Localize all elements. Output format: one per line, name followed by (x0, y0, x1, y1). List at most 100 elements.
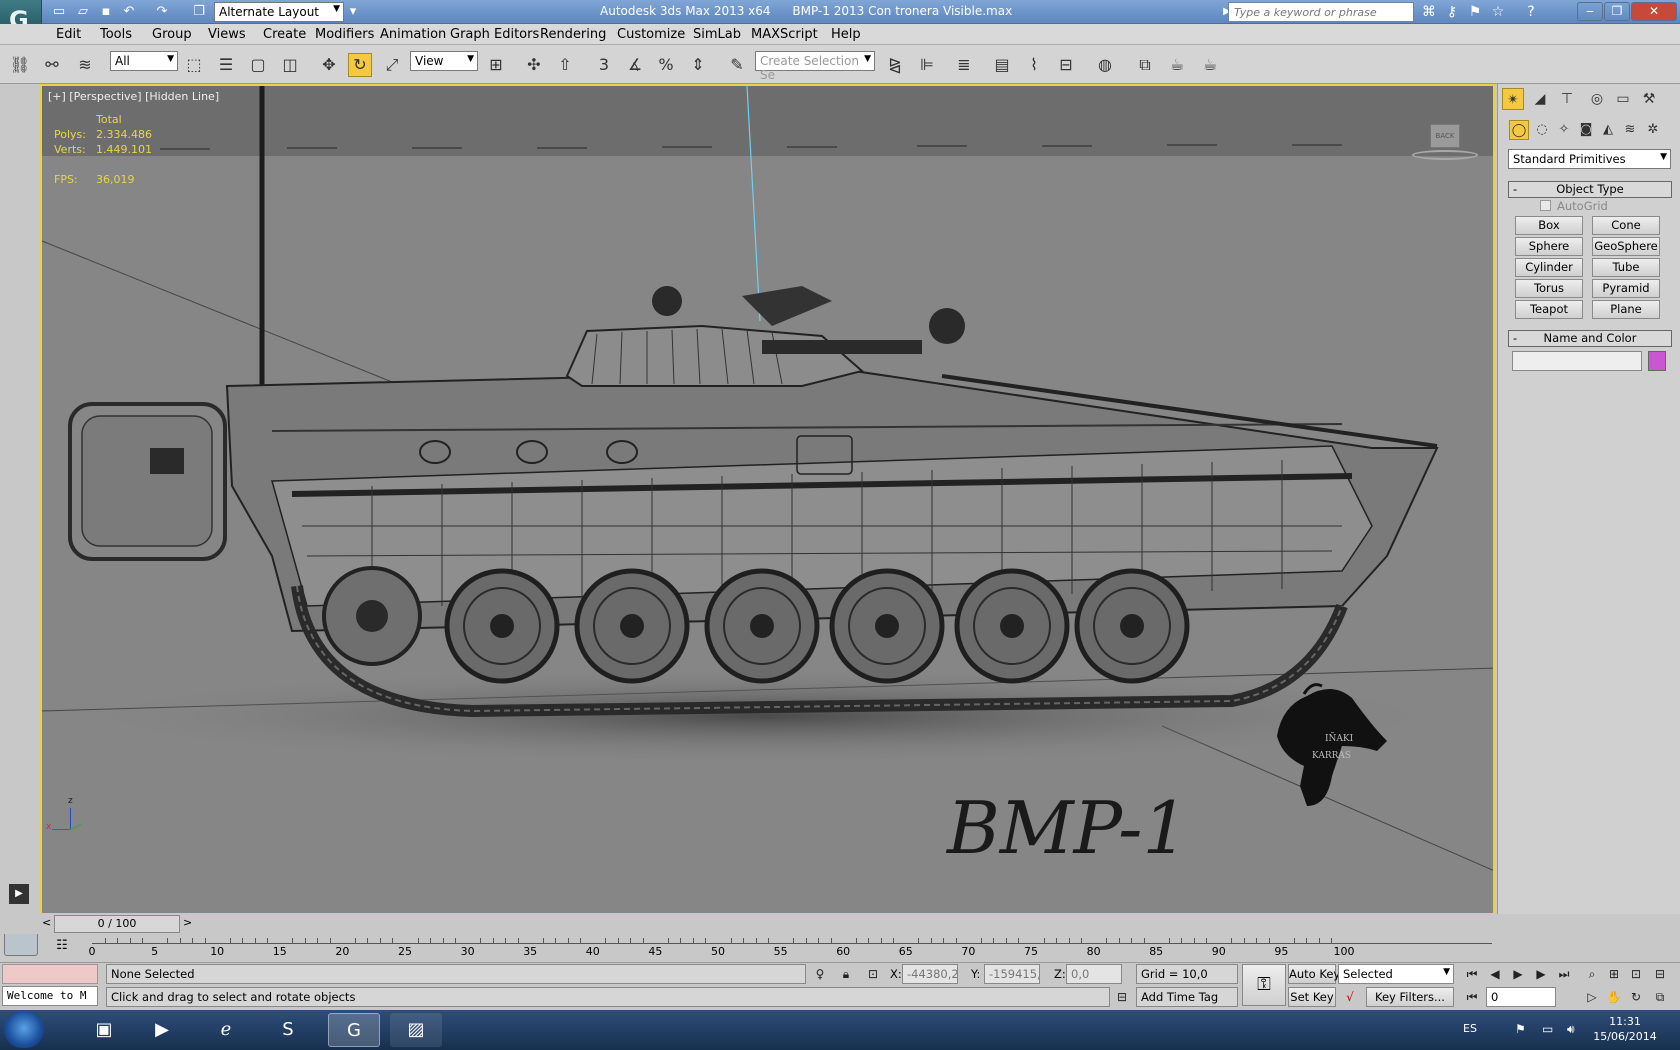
edit-named-selection-icon[interactable]: ✎ (725, 53, 749, 77)
keyboard-shortcut-override-icon[interactable]: ⇧ (553, 53, 577, 77)
maximize-viewport-icon[interactable]: ⧉ (1650, 987, 1670, 1007)
media-player-icon[interactable]: ▶ (136, 1013, 188, 1047)
sphere-button[interactable]: Sphere (1515, 237, 1583, 256)
display-tab-icon[interactable]: ▭ (1612, 88, 1634, 110)
viewport-label[interactable]: [+] [Perspective] [Hidden Line] (48, 90, 219, 103)
rectangular-selection-icon[interactable]: ▢ (246, 53, 270, 77)
menu-edit[interactable]: Edit (56, 27, 81, 42)
network-icon[interactable]: ▭ (1542, 1022, 1553, 1036)
subscription-key-icon[interactable]: ⚷ (1443, 3, 1461, 21)
time-slider-next-icon[interactable]: > (183, 916, 192, 929)
object-category-dropdown[interactable]: Standard Primitives ▼ (1508, 149, 1671, 169)
infocenter-search-input[interactable]: Type a keyword or phrase (1228, 2, 1414, 22)
start-button[interactable] (4, 1012, 44, 1048)
binoculars-icon[interactable]: ⌘ (1420, 3, 1438, 21)
favorites-star-icon[interactable]: ☆ (1489, 3, 1507, 21)
go-to-end-icon[interactable]: ⏭ (1554, 964, 1574, 984)
window-crossing-icon[interactable]: ◫ (278, 53, 302, 77)
reference-coordinate-dropdown[interactable]: View ▼ (410, 51, 478, 71)
render-production-icon[interactable]: ☕ (1198, 53, 1222, 77)
internet-explorer-icon[interactable]: ℯ (200, 1013, 252, 1047)
isolate-selection-icon[interactable]: ♀ (810, 964, 830, 984)
open-file-icon[interactable]: ▱ (74, 3, 92, 21)
viewcube-ring[interactable] (1412, 150, 1478, 160)
box-button[interactable]: Box (1515, 216, 1583, 235)
named-selection-dropdown[interactable]: Create Selection Se ▼ (755, 51, 875, 82)
hierarchy-tab-icon[interactable]: ⊤ (1556, 88, 1578, 110)
utilities-tab-icon[interactable]: ⚒ (1638, 88, 1660, 110)
set-keys-key-icon[interactable]: ⚿ (1242, 964, 1286, 1006)
restore-button[interactable]: ❐ (1604, 2, 1630, 21)
systems-icon[interactable]: ✲ (1643, 120, 1663, 140)
zoom-icon[interactable]: ⌕ (1582, 964, 1602, 984)
zoom-extents-icon[interactable]: ⊡ (1626, 964, 1646, 984)
lights-icon[interactable]: ✧ (1554, 120, 1574, 140)
key-tangent-icon[interactable]: √ (1340, 987, 1360, 1007)
menu-customize[interactable]: Customize (617, 27, 685, 42)
field-of-view-icon[interactable]: ▷ (1582, 987, 1602, 1007)
orbit-icon[interactable]: ↻ (1626, 987, 1646, 1007)
object-name-input[interactable] (1512, 351, 1642, 371)
select-and-move-icon[interactable]: ✥ (317, 53, 341, 77)
viewcube[interactable]: BACK (1412, 124, 1478, 168)
time-tag-icon[interactable]: ⊟ (1112, 987, 1132, 1007)
pivot-center-icon[interactable]: ⊞ (484, 53, 508, 77)
communication-icon[interactable]: ⚑ (1466, 3, 1484, 21)
redo-icon[interactable]: ↷ (153, 3, 171, 21)
system-clock[interactable]: 11:31 15/06/2014 (1590, 1014, 1660, 1044)
menu-create[interactable]: Create (263, 27, 306, 42)
play-script-icon[interactable]: ▶ (9, 884, 29, 904)
selection-filter-dropdown[interactable]: All ▼ (110, 51, 178, 71)
object-color-swatch[interactable] (1648, 351, 1666, 371)
menu-simlab[interactable]: SimLab (693, 27, 741, 42)
select-and-scale-icon[interactable]: ⤢ (380, 53, 404, 77)
key-mode-dropdown[interactable]: Selected ▼ (1338, 964, 1454, 984)
helpers-icon[interactable]: ◭ (1598, 120, 1618, 140)
menu-animation[interactable]: Animation (380, 27, 446, 42)
next-frame-icon[interactable]: ▶ (1531, 964, 1551, 984)
new-file-icon[interactable]: ▭ (50, 3, 68, 21)
render-setup-icon[interactable]: ⧉ (1133, 53, 1157, 77)
minimize-button[interactable]: ‒ (1577, 2, 1603, 21)
y-coordinate-input[interactable]: -159415,9 (984, 964, 1040, 984)
absolute-mode-icon[interactable]: ⊡ (863, 964, 883, 984)
autogrid-checkbox[interactable]: AutoGrid (1540, 199, 1608, 213)
maxscript-mini-listener[interactable]: Welcome to M (2, 986, 98, 1006)
menu-views[interactable]: Views (208, 27, 246, 42)
3dsmax-taskbar-icon[interactable]: G (328, 1013, 380, 1047)
snaps-toggle-icon[interactable]: 3 (592, 53, 616, 77)
curve-editor-toggle-icon[interactable]: ☷ (54, 938, 70, 954)
select-by-name-icon[interactable]: ☰ (214, 53, 238, 77)
close-button[interactable]: ✕ (1631, 2, 1677, 21)
geometry-icon[interactable]: ◯ (1509, 120, 1529, 140)
rendered-frame-window-icon[interactable]: ☕ (1165, 53, 1189, 77)
viewcube-face[interactable]: BACK (1430, 124, 1460, 148)
geosphere-button[interactable]: GeoSphere (1592, 237, 1660, 256)
align-icon[interactable]: ⊫ (915, 53, 939, 77)
save-icon[interactable]: ▪ (97, 3, 115, 21)
unlink-icon[interactable]: ⚯ (40, 53, 64, 77)
trackbar[interactable]: ☷ 0 5 10 15 20 25 30 35 40 45 50 55 60 65 70 75 80 85 90 95… (40, 934, 1492, 962)
cylinder-button[interactable]: Cylinder (1515, 258, 1583, 277)
zoom-all-icon[interactable]: ⊞ (1604, 964, 1624, 984)
previous-frame-icon[interactable]: ◀ (1485, 964, 1505, 984)
explorer-icon[interactable]: ▣ (78, 1013, 130, 1047)
zoom-extents-all-icon[interactable]: ⊟ (1650, 964, 1670, 984)
action-center-flag-icon[interactable]: ⚑ (1515, 1022, 1526, 1036)
photo-viewer-icon[interactable]: ▨ (390, 1013, 442, 1047)
quick-access-menu-icon[interactable]: ▾ (344, 3, 362, 21)
menu-rendering[interactable]: Rendering (540, 27, 606, 42)
perspective-viewport[interactable]: [+] [Perspective] [Hidden Line] Total Po… (40, 84, 1495, 915)
maxscript-mini-listener-top[interactable] (2, 964, 98, 984)
percent-snap-icon[interactable]: % (654, 53, 678, 77)
name-and-color-rollout[interactable]: - Name and Color (1508, 330, 1672, 347)
workspace-layout-dropdown[interactable]: Alternate Layout ▼ (214, 2, 344, 22)
menu-help[interactable]: Help (831, 27, 861, 42)
space-warps-icon[interactable]: ≋ (1620, 120, 1640, 140)
manipulate-icon[interactable]: ✣ (522, 53, 546, 77)
layer-manager-icon[interactable]: ≣ (952, 53, 976, 77)
modify-tab-icon[interactable]: ◢ (1529, 88, 1551, 110)
menu-modifiers[interactable]: Modifiers (315, 27, 374, 42)
object-type-rollout[interactable]: - Object Type (1508, 181, 1672, 198)
menu-graph-editors[interactable]: Graph Editors (450, 27, 539, 42)
